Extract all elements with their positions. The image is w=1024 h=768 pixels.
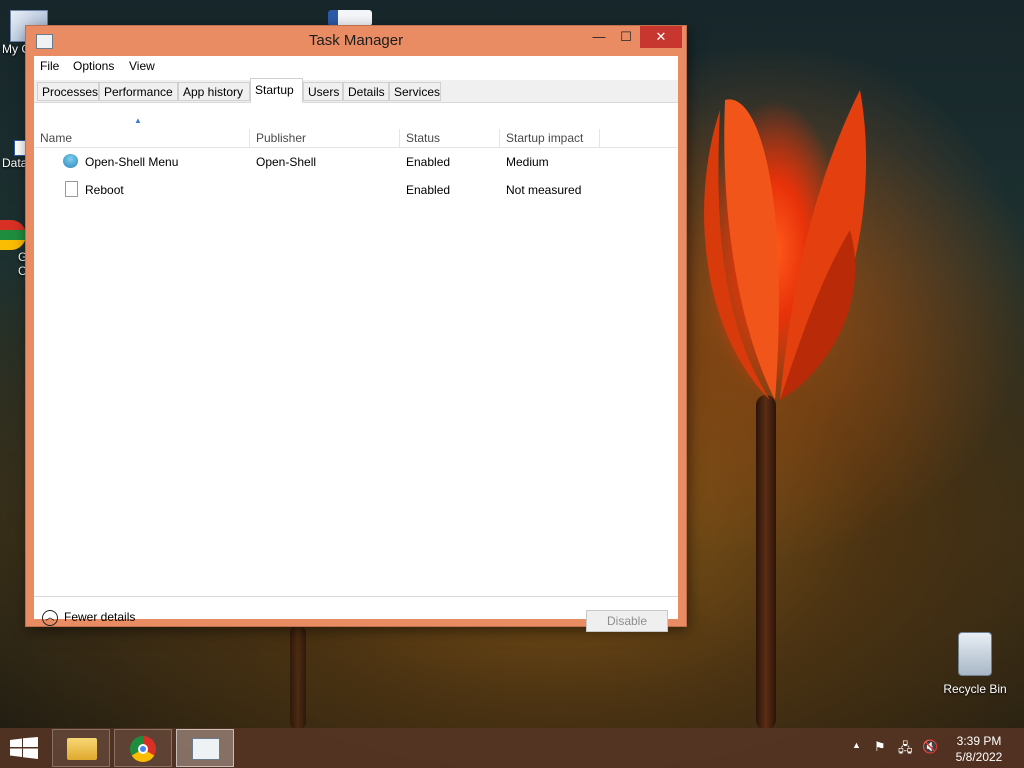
disable-button[interactable]: Disable bbox=[586, 610, 668, 632]
menu-bar: File Options View bbox=[34, 56, 678, 78]
table-row[interactable]: Reboot Enabled Not measured bbox=[34, 178, 678, 204]
taskbar-task-manager[interactable] bbox=[176, 729, 234, 767]
footer-bar: ︿ Fewer details Disable bbox=[34, 596, 678, 632]
row-name: Open-Shell Menu bbox=[85, 155, 179, 169]
tab-performance[interactable]: Performance bbox=[99, 82, 178, 101]
sort-ascending-icon: ▲ bbox=[134, 116, 142, 125]
fewer-details-label: Fewer details bbox=[64, 610, 136, 625]
wallpaper-tulip-stem bbox=[756, 395, 776, 730]
wallpaper-stem-background bbox=[290, 625, 306, 730]
file-icon bbox=[65, 181, 78, 197]
startup-list: ▲ Name Publisher Status Startup impact O… bbox=[34, 103, 678, 596]
header-divider bbox=[34, 147, 678, 148]
chrome-icon bbox=[0, 220, 26, 250]
tab-strip: Processes Performance App history Startu… bbox=[34, 78, 678, 103]
recycle-bin-icon bbox=[958, 632, 992, 676]
action-center-flag-icon[interactable]: ⚑ bbox=[874, 739, 886, 755]
desktop-icon-top-partial[interactable] bbox=[328, 10, 374, 26]
windows-start-icon[interactable] bbox=[10, 737, 38, 759]
tab-processes[interactable]: Processes bbox=[37, 82, 99, 101]
menu-options[interactable]: Options bbox=[73, 59, 114, 73]
column-header-publisher[interactable]: Publisher bbox=[250, 129, 400, 147]
fewer-details-button[interactable]: ︿ Fewer details bbox=[42, 610, 135, 626]
task-manager-icon bbox=[192, 738, 220, 760]
table-row[interactable]: Open-Shell Menu Open-Shell Enabled Mediu… bbox=[34, 150, 678, 176]
row-name: Reboot bbox=[85, 183, 124, 197]
open-shell-icon bbox=[63, 154, 78, 168]
shortcut-icon bbox=[328, 10, 372, 26]
tab-startup[interactable]: Startup bbox=[250, 78, 303, 103]
tab-app-history[interactable]: App history bbox=[178, 82, 250, 101]
row-impact: Medium bbox=[506, 155, 549, 169]
wallpaper-tulip bbox=[704, 90, 867, 401]
title-bar[interactable]: Task Manager — ☐ ✕ bbox=[26, 26, 686, 56]
clock[interactable]: 3:39 PM 5/8/2022 bbox=[948, 733, 1010, 765]
file-explorer-icon bbox=[67, 738, 97, 760]
taskbar-chrome[interactable] bbox=[114, 729, 172, 767]
taskbar: ▲ ⚑ 🖧 🔇 3:39 PM 5/8/2022 bbox=[0, 728, 1024, 768]
row-status: Enabled bbox=[406, 155, 451, 169]
show-hidden-icons-icon[interactable]: ▲ bbox=[852, 740, 861, 750]
minimize-button[interactable]: — bbox=[586, 26, 612, 48]
row-status: Enabled bbox=[406, 183, 451, 197]
tab-services[interactable]: Services bbox=[389, 82, 441, 101]
task-manager-window: Task Manager — ☐ ✕ File Options View Pro… bbox=[26, 26, 686, 632]
menu-view[interactable]: View bbox=[129, 59, 155, 73]
clock-time: 3:39 PM bbox=[956, 734, 1002, 748]
clock-date: 5/8/2022 bbox=[955, 750, 1003, 764]
window-client-area: File Options View Processes Performance … bbox=[34, 56, 678, 632]
volume-muted-icon[interactable]: 🔇 bbox=[922, 739, 938, 755]
row-publisher: Open-Shell bbox=[256, 155, 317, 169]
tab-users[interactable]: Users bbox=[303, 82, 343, 101]
tab-details[interactable]: Details bbox=[343, 82, 389, 101]
desktop-icon-label: Recycle Bin bbox=[943, 682, 1007, 696]
maximize-button[interactable]: ☐ bbox=[612, 26, 640, 48]
taskbar-file-explorer[interactable] bbox=[52, 729, 110, 767]
column-header-status[interactable]: Status bbox=[400, 129, 500, 147]
row-impact: Not measured bbox=[506, 183, 582, 197]
network-icon[interactable]: 🖧 bbox=[898, 739, 913, 761]
chevron-up-icon: ︿ bbox=[42, 610, 58, 626]
desktop-icon-recycle-bin[interactable]: Recycle Bin bbox=[936, 632, 1014, 696]
chrome-center-icon bbox=[138, 744, 148, 754]
column-header-name[interactable]: Name bbox=[34, 129, 250, 147]
close-button[interactable]: ✕ bbox=[640, 26, 682, 48]
column-header-startup-impact[interactable]: Startup impact bbox=[500, 129, 600, 147]
menu-file[interactable]: File bbox=[40, 59, 59, 73]
